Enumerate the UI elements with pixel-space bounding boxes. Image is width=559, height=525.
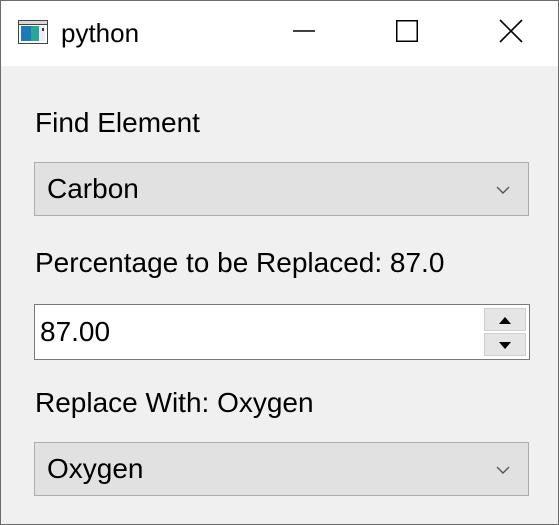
percentage-spinbox[interactable]: [34, 304, 530, 360]
find-element-dropdown[interactable]: Carbon: [34, 162, 529, 216]
triangle-up-icon: [499, 311, 511, 329]
spin-up-button[interactable]: [484, 308, 526, 331]
replace-with-selected-value: Oxygen: [47, 453, 144, 484]
app-window: python Find Element Carbon Percentage to…: [0, 0, 559, 525]
percentage-input[interactable]: [35, 305, 475, 359]
find-element-selected-value: Carbon: [47, 173, 139, 204]
close-icon: [498, 19, 523, 48]
percentage-label: Percentage to be Replaced: 87.0: [35, 247, 445, 278]
maximize-icon: [395, 20, 418, 47]
minimize-icon: [292, 20, 315, 47]
spin-down-button[interactable]: [484, 333, 526, 356]
spin-buttons: [484, 308, 526, 356]
chevron-down-icon: [496, 462, 510, 474]
window-title: python: [61, 18, 140, 48]
title-bar[interactable]: python: [1, 1, 558, 66]
replace-with-dropdown[interactable]: Oxygen: [34, 442, 529, 496]
python-app-icon: [18, 20, 48, 44]
minimize-button[interactable]: [256, 1, 351, 66]
chevron-down-icon: [496, 182, 510, 194]
find-element-label: Find Element: [35, 107, 200, 138]
maximize-button[interactable]: [359, 1, 454, 66]
replace-with-label: Replace With: Oxygen: [35, 387, 314, 418]
triangle-down-icon: [499, 336, 511, 354]
form-panel: Find Element Carbon Percentage to be Rep…: [1, 66, 558, 524]
close-button[interactable]: [463, 1, 558, 66]
